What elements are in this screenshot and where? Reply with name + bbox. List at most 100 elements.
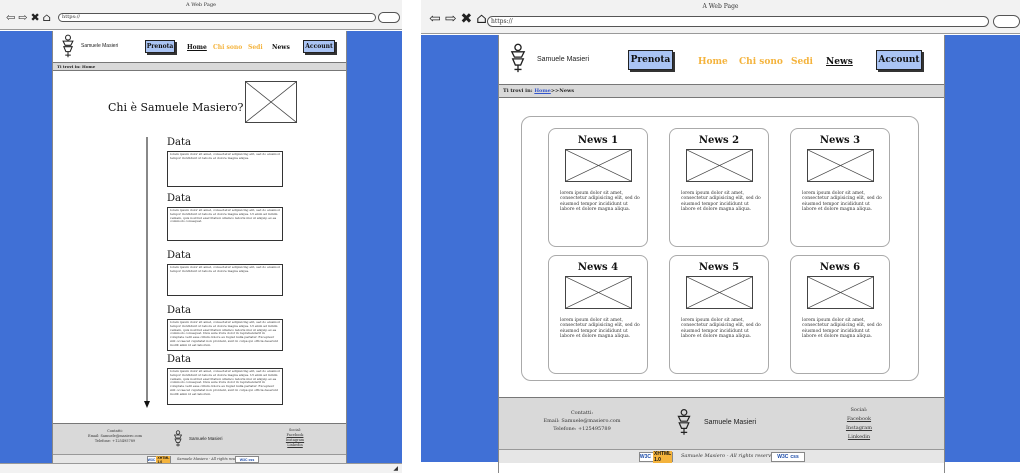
nav-news[interactable]: News — [826, 57, 853, 67]
xhtml-badge[interactable]: W3C XHTML 1.0 — [147, 455, 171, 463]
social-title: Social: — [850, 407, 868, 413]
news-text: lorem ipsum dolor sit amet, consectetur … — [560, 318, 640, 340]
logo-icon[interactable] — [509, 43, 527, 73]
xhtml-badge[interactable]: W3C XHTML 1.0 — [639, 451, 673, 463]
nav-icons: ⇦ ⇨ ✖ ⌂ — [6, 11, 51, 24]
footer-social: Social: Facebook Instagram Linkedin — [834, 406, 884, 442]
nav-news[interactable]: News — [272, 44, 290, 51]
w3c-label: W3C — [777, 454, 789, 460]
nav-home[interactable]: Home — [698, 57, 728, 67]
nav-sedi[interactable]: Sedi — [791, 57, 813, 67]
search-icon[interactable] — [993, 15, 1020, 28]
site-header: Samuele Masieri Prenota Home Chi sono Se… — [53, 31, 346, 61]
news-card-2[interactable]: News 2 lorem ipsum dolor sit amet, conse… — [669, 128, 769, 247]
url-input[interactable]: https:// — [487, 16, 989, 27]
logo-icon[interactable] — [61, 34, 75, 58]
contacts-title: Contatti: — [570, 410, 594, 416]
breadcrumb-home-link[interactable]: Home — [534, 88, 551, 94]
page-content: Samuele Masieri Prenota Home Chi sono Se… — [52, 31, 347, 463]
account-button[interactable]: Account — [876, 50, 922, 70]
news-title: News 4 — [577, 262, 619, 273]
home-icon[interactable]: ⌂ — [476, 11, 487, 27]
news-card-5[interactable]: News 5 lorem ipsum dolor sit amet, conse… — [669, 255, 769, 374]
xhtml-label: XHTML 1.0 — [156, 455, 171, 463]
data-text-box: lorem ipsum dolor sit amet, consectetur … — [167, 151, 283, 187]
right-margin — [945, 35, 1020, 462]
rights-text: Samuele Masiero - All rights reserved — [681, 453, 778, 459]
linkedin-link[interactable]: Linkedin — [275, 443, 315, 448]
status-bar: ◢ — [0, 463, 402, 473]
search-icon[interactable] — [378, 12, 400, 23]
news-text: lorem ipsum dolor sit amet, consectetur … — [802, 191, 882, 213]
news-text: lorem ipsum dolor sit amet, consectetur … — [802, 318, 882, 340]
footer-brand: Samuele Masieri — [704, 419, 757, 426]
account-button[interactable]: Account — [303, 40, 335, 53]
nav-chi-sono[interactable]: Chi sono — [739, 57, 783, 67]
right-margin — [347, 31, 402, 463]
data-label: Data — [167, 354, 191, 365]
data-text-box: lorem ipsum dolor sit amet, consectetur … — [167, 319, 283, 351]
logo-icon — [676, 408, 692, 436]
placeholder-image-icon — [686, 276, 753, 309]
news-title: News 5 — [698, 262, 740, 273]
xhtml-label: XHTML 1.0 — [653, 451, 673, 463]
back-arrow-icon[interactable]: ⇦ — [6, 11, 15, 24]
page-content: Samuele Masieri Prenota Home Chi sono Se… — [498, 35, 945, 473]
instagram-link[interactable]: Instagram — [834, 424, 884, 433]
news-text: lorem ipsum dolor sit amet, consectetur … — [681, 318, 761, 340]
data-text-box: lorem ipsum dolor sit amet, consectetur … — [167, 264, 283, 296]
url-input[interactable]: https:// — [58, 13, 376, 22]
news-card-4[interactable]: News 4 lorem ipsum dolor sit amet, conse… — [548, 255, 648, 374]
news-title: News 6 — [819, 262, 861, 273]
stop-icon[interactable]: ✖ — [30, 11, 39, 24]
logo-icon — [173, 430, 183, 447]
news-card-3[interactable]: News 3 lorem ipsum dolor sit amet, conse… — [790, 128, 890, 247]
breadcrumb-current: News — [559, 88, 575, 94]
prenota-button[interactable]: Prenota — [145, 40, 175, 53]
css-label: css — [790, 454, 799, 460]
scroll-arrow-icon[interactable]: ◢ — [393, 465, 398, 472]
back-arrow-icon[interactable]: ⇦ — [429, 11, 441, 27]
left-margin — [421, 35, 498, 462]
placeholder-image-icon — [807, 149, 874, 182]
news-text: lorem ipsum dolor sit amet, consectetur … — [681, 191, 761, 213]
news-grid: News 1 lorem ipsum dolor sit amet, conse… — [521, 116, 919, 381]
css-badge[interactable]: W3C css — [235, 456, 259, 463]
nav-icons: ⇦ ⇨ ✖ ⌂ — [429, 11, 487, 27]
footer-social: Social: Facebook Instagram Linkedin — [275, 428, 315, 448]
css-badge[interactable]: W3C css — [771, 452, 805, 462]
news-card-1[interactable]: News 1 lorem ipsum dolor sit amet, conse… — [548, 128, 648, 247]
window-title: A Web Page — [702, 3, 739, 10]
page-title: Chi è Samuele Masiero? — [108, 101, 244, 114]
nav-chi-sono[interactable]: Chi sono — [213, 44, 242, 51]
facebook-link[interactable]: Facebook — [834, 415, 884, 424]
data-text-box: lorem ipsum dolor sit amet, consectetur … — [167, 207, 283, 241]
nav-home[interactable]: Home — [187, 44, 207, 51]
news-title: News 3 — [819, 135, 861, 146]
home-icon[interactable]: ⌂ — [43, 11, 51, 24]
site-header: Samuele Masieri Prenota Home Chi sono Se… — [499, 35, 944, 83]
forward-arrow-icon[interactable]: ⇨ — [445, 11, 457, 27]
css-label: css — [248, 457, 255, 462]
contact-phone: Telefone: +125495789 — [94, 439, 136, 443]
timeline-arrow — [143, 137, 151, 409]
forward-arrow-icon[interactable]: ⇨ — [18, 11, 27, 24]
breadcrumb: Ti trovi in: Home — [53, 62, 346, 71]
stop-icon[interactable]: ✖ — [460, 11, 472, 27]
w3c-label: W3C — [147, 457, 156, 462]
browser-toolbar: A Web Page ⇦ ⇨ ✖ ⌂ https:// — [0, 0, 402, 30]
left-margin — [0, 31, 52, 463]
breadcrumb-separator: >> — [550, 88, 560, 94]
data-label: Data — [167, 250, 191, 261]
news-card-6[interactable]: News 6 lorem ipsum dolor sit amet, conse… — [790, 255, 890, 374]
browser-window-right: A Web Page ⇦ ⇨ ✖ ⌂ https:// Samuele Masi… — [421, 0, 1020, 473]
linkedin-link[interactable]: Linkedin — [834, 433, 884, 442]
breadcrumb: Ti trovi in: Home>>News — [499, 84, 944, 98]
data-label: Data — [167, 305, 191, 316]
nav-sedi[interactable]: Sedi — [248, 44, 263, 51]
placeholder-image-icon — [565, 149, 632, 182]
news-text: lorem ipsum dolor sit amet, consectetur … — [560, 191, 640, 213]
data-label: Data — [167, 137, 191, 148]
brand-name: Samuele Masieri — [81, 43, 119, 49]
prenota-button[interactable]: Prenota — [628, 50, 673, 70]
